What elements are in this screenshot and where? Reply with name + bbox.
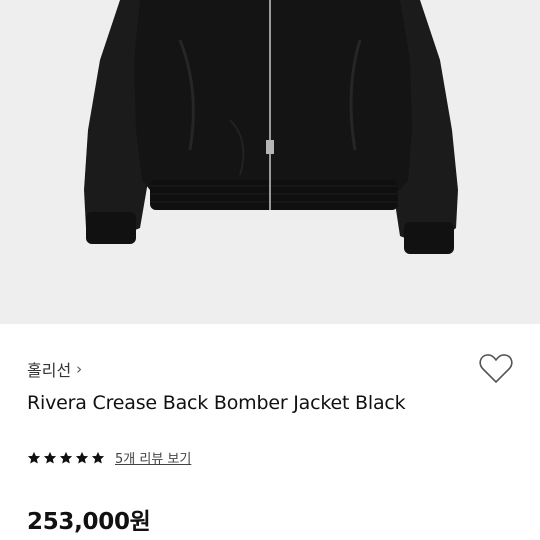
product-image[interactable]	[0, 0, 540, 324]
star-icon	[27, 451, 41, 464]
seller-link[interactable]: 홀리선 ›	[27, 357, 82, 381]
heart-outline-icon	[479, 354, 513, 383]
star-icon	[43, 451, 57, 464]
review-link[interactable]: 5개 리뷰 보기	[115, 448, 191, 467]
star-icon	[91, 451, 105, 464]
chevron-right-icon: ›	[76, 360, 83, 378]
seller-name: 홀리선	[27, 361, 72, 380]
star-icon	[59, 451, 73, 464]
jacket-photo	[0, 0, 540, 324]
product-price: 253,000원	[27, 509, 151, 535]
star-icon	[75, 451, 89, 464]
star-rating	[27, 451, 105, 465]
rating-row: 5개 리뷰 보기	[27, 448, 191, 467]
product-info: 홀리선 › Rivera Crease Back Bomber Jacket B…	[0, 324, 540, 540]
product-title: Rivera Crease Back Bomber Jacket Black	[27, 392, 406, 414]
wishlist-button[interactable]	[478, 352, 514, 386]
